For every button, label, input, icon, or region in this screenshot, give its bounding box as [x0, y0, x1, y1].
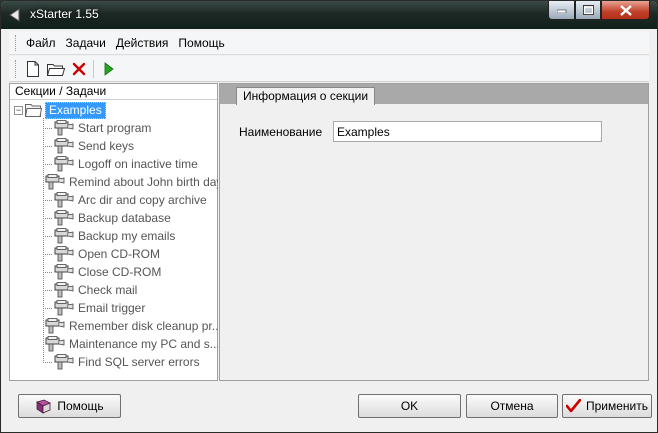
tree-item[interactable]: Find SQL server errors [43, 353, 218, 371]
minimize-icon [556, 9, 566, 13]
tree-item[interactable]: Backup database [43, 209, 218, 227]
help-button-label: Помощь [57, 399, 104, 413]
tree-connector [43, 145, 52, 147]
toolbar-grip[interactable] [15, 59, 18, 78]
task-icon [54, 300, 74, 316]
new-file-icon [26, 60, 39, 77]
menu-file[interactable]: Файл [22, 34, 60, 52]
tree-connector [43, 253, 52, 255]
tree-connector [43, 307, 52, 309]
tree-item-label: Check mail [78, 283, 138, 297]
tree-item[interactable]: Start program [43, 119, 218, 137]
tree-root[interactable]: − Examples [14, 101, 106, 119]
apply-button[interactable]: Применить [562, 394, 652, 418]
task-icon [54, 120, 74, 136]
minimize-button[interactable] [548, 1, 575, 20]
tree-item-label: Email trigger [78, 301, 146, 315]
checkmark-icon [565, 399, 581, 413]
menu-help[interactable]: Помощь [174, 34, 228, 52]
cancel-button[interactable]: Отмена [466, 394, 558, 418]
tree-connector [43, 217, 52, 219]
tree-item[interactable]: Open CD-ROM [43, 245, 218, 263]
maximize-button[interactable] [575, 1, 601, 20]
task-icon [54, 138, 74, 154]
tree-item-label: Close CD-ROM [78, 265, 162, 279]
tree-column-header[interactable]: Секции / Задачи [10, 84, 217, 100]
run-button[interactable] [97, 58, 120, 80]
apply-button-label: Применить [585, 399, 648, 413]
app-icon[interactable] [7, 7, 23, 23]
run-icon [104, 61, 114, 76]
task-icon [54, 246, 74, 262]
tree-root-label[interactable]: Examples [45, 101, 106, 119]
tree-item[interactable]: Check mail [43, 281, 218, 299]
close-button[interactable] [601, 1, 650, 20]
tree-connector [43, 127, 52, 129]
delete-button[interactable] [67, 58, 90, 80]
section-panel: Информация о секции Наименование [219, 83, 649, 381]
tree-connector [43, 199, 52, 201]
name-input[interactable] [333, 121, 602, 142]
close-icon [619, 4, 632, 16]
tab-section-info[interactable]: Информация о секции [236, 87, 376, 105]
tree-connector [43, 271, 52, 273]
task-icon [54, 156, 74, 172]
task-icon [54, 192, 74, 208]
tree-connector [43, 235, 52, 237]
tree-item-label: Open CD-ROM [78, 247, 161, 261]
tree-item[interactable]: Logoff on inactive time [43, 155, 218, 173]
tree-item-label: Maintenance my PC and s... [69, 337, 218, 351]
app-window: xStarter 1.55 Файл Задачи Действия Помощ… [0, 0, 658, 433]
tree-connector [43, 361, 52, 363]
tree-item[interactable]: Remember disk cleanup pr... [43, 317, 218, 335]
folder-icon [25, 104, 42, 117]
tab-strip: Информация о секции [220, 84, 648, 105]
title-bar[interactable]: xStarter 1.55 [1, 1, 657, 29]
name-label: Наименование [239, 125, 323, 139]
task-icon [54, 282, 74, 298]
open-folder-icon [46, 63, 65, 76]
tree-item-label: Find SQL server errors [78, 355, 200, 369]
open-button[interactable] [44, 58, 67, 80]
task-icon [54, 228, 74, 244]
menu-tasks[interactable]: Задачи [62, 34, 110, 52]
tree-item[interactable]: Arc dir and copy archive [43, 191, 218, 209]
toolbar-separator [93, 59, 94, 78]
tree-item-label: Remember disk cleanup pr... [69, 319, 218, 333]
menu-grip[interactable] [15, 34, 18, 51]
delete-icon [72, 62, 85, 75]
tree-connector [43, 163, 52, 165]
tree-item-label: Start program [78, 121, 152, 135]
task-icon [54, 210, 74, 226]
task-tree[interactable]: Секции / Задачи − Examples Start program… [9, 83, 218, 381]
collapse-icon[interactable]: − [14, 105, 23, 115]
tree-item-label: Logoff on inactive time [78, 157, 198, 171]
ok-button[interactable]: OK [358, 394, 461, 418]
task-icon [45, 336, 65, 352]
maximize-icon [582, 5, 594, 15]
task-icon [45, 318, 65, 334]
task-icon [54, 264, 74, 280]
menu-actions[interactable]: Действия [112, 34, 173, 52]
window-title: xStarter 1.55 [30, 7, 99, 21]
tree-item[interactable]: Close CD-ROM [43, 263, 218, 281]
tree-item-label: Remind about John birth day [69, 175, 218, 189]
tree-item[interactable]: Email trigger [43, 299, 218, 317]
tree-item-label: Backup database [78, 211, 171, 225]
task-icon [54, 354, 74, 370]
tree-item-label: Send keys [78, 139, 135, 153]
toolbar [9, 56, 649, 82]
new-button[interactable] [21, 58, 44, 80]
task-icon [45, 174, 65, 190]
menu-bar: Файл Задачи Действия Помощь [9, 31, 649, 55]
help-button[interactable]: Помощь [18, 394, 121, 418]
tree-item[interactable]: Backup my emails [43, 227, 218, 245]
tree-item[interactable]: Maintenance my PC and s... [43, 335, 218, 353]
tree-item[interactable]: Remind about John birth day [43, 173, 218, 191]
tree-item-label: Arc dir and copy archive [78, 193, 207, 207]
help-book-icon [36, 399, 52, 414]
tree-connector [43, 289, 52, 291]
tree-item-label: Backup my emails [78, 229, 176, 243]
tree-item[interactable]: Send keys [43, 137, 218, 155]
